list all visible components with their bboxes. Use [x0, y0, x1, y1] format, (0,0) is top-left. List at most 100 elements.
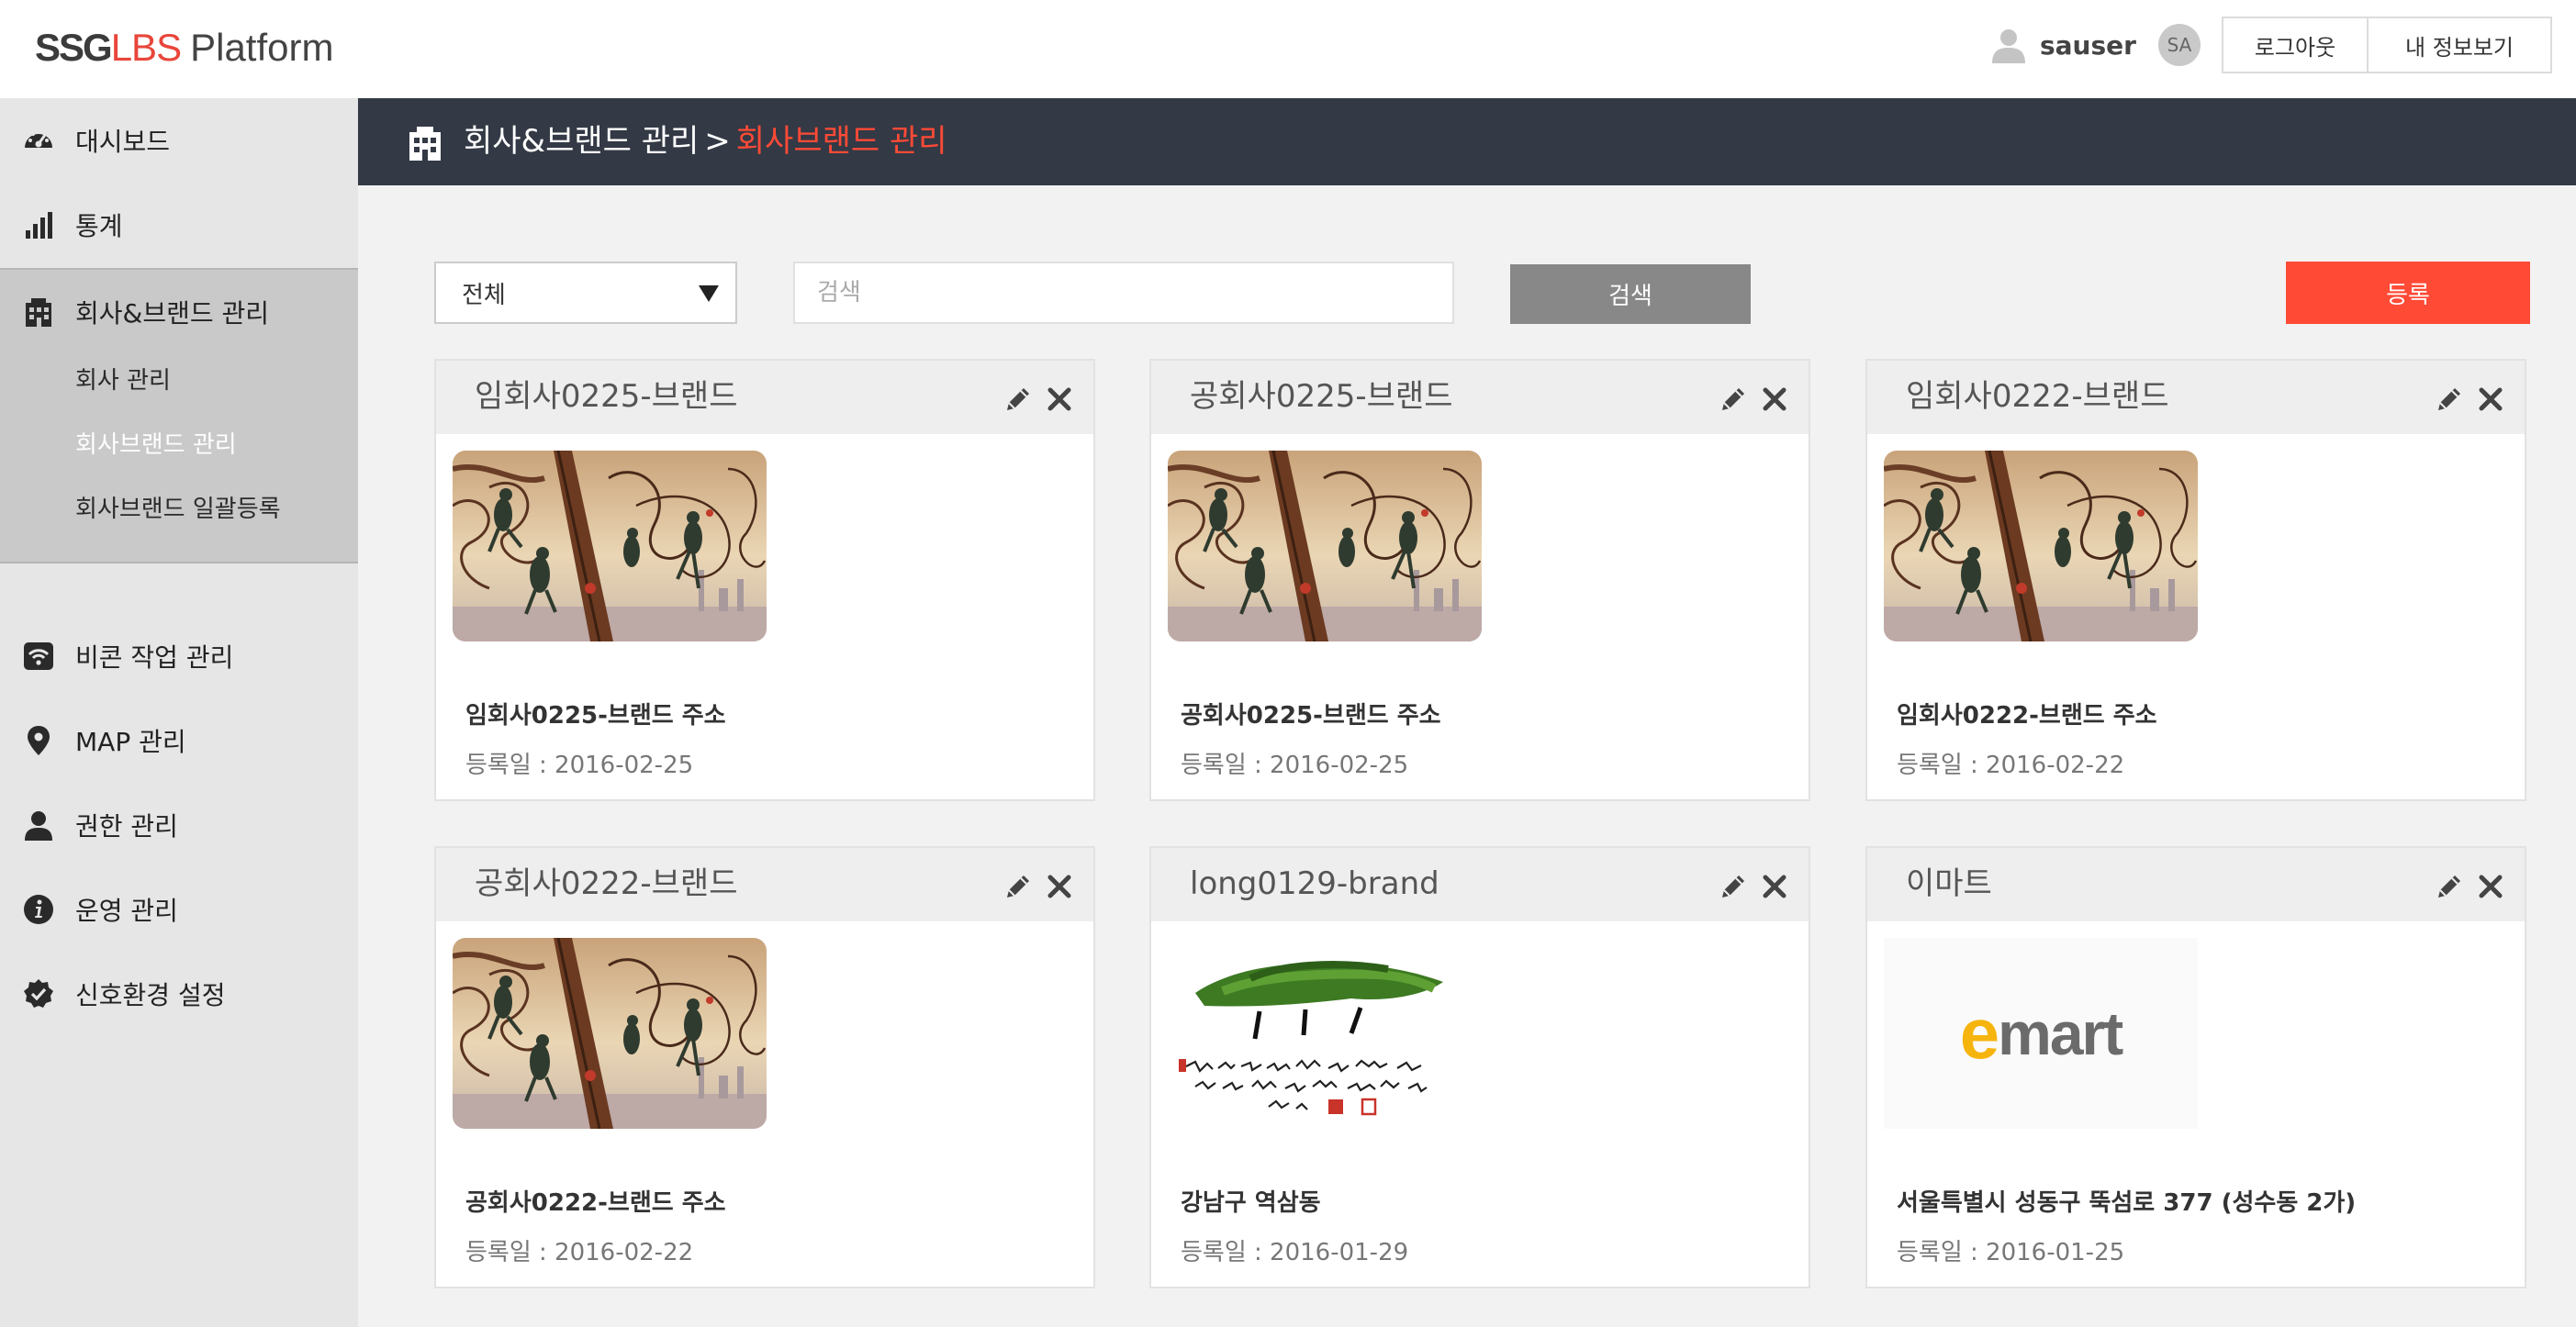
sidebar: 대시보드 통계 회사&브랜드 관리 회사 관리 회사브랜드 관리 회사브랜드 일… [0, 98, 358, 1327]
pencil-icon[interactable] [1003, 872, 1033, 901]
info-icon [24, 895, 53, 924]
brand-image-frame: e mart [1884, 938, 2198, 1129]
search-input[interactable] [793, 262, 1454, 324]
brand-card[interactable]: 공회사0225-브랜드 공회사0225-브랜드 주소 등록일: 2016-02… [1149, 359, 1810, 801]
dashboard-icon [25, 129, 52, 148]
brand-card[interactable]: long0129-brand 강남구 역삼동등록일 : 2016-01-29 [1149, 846, 1810, 1288]
card-title: 공회사0225-브랜드 [1190, 378, 1453, 415]
page-title-bar: 회사&브랜드 관리 > 회사브랜드 관리 [358, 98, 2576, 185]
card-date: 등록일 : 2016-02-25 [465, 752, 694, 779]
close-icon[interactable] [1047, 386, 1072, 412]
sidebar-item-label: 회사&브랜드 관리 [75, 298, 270, 329]
brand-image [1168, 938, 1482, 1129]
breadcrumb-parent[interactable]: 회사&브랜드 관리 [464, 123, 699, 160]
brand-image-frame [1168, 938, 1482, 1129]
user-name: sauser [2040, 29, 2136, 61]
pencil-icon[interactable] [2435, 385, 2464, 414]
sidebar-item-map[interactable]: MAP 관리 [0, 698, 358, 783]
sidebar-item-label: 운영 관리 [75, 896, 178, 926]
brand-image [453, 451, 767, 641]
app-logo[interactable]: SSGLBS Platform [35, 24, 333, 72]
sidebar-item-label: MAP 관리 [75, 727, 186, 757]
card-address: 임회사0222-브랜드 주소 [1897, 702, 2157, 730]
card-date: 등록일 : 2016-02-25 [1181, 752, 1409, 779]
sidebar-sub-company-brand[interactable]: 회사브랜드 관리 [75, 426, 237, 460]
close-icon[interactable] [2478, 874, 2503, 899]
close-icon[interactable] [1762, 874, 1787, 899]
brand-image [453, 938, 767, 1129]
logout-button[interactable]: 로그아웃 [2222, 17, 2369, 73]
pencil-icon[interactable] [1719, 385, 1748, 414]
card-header: 이마트 [1867, 848, 2525, 921]
card-date: 등록일 : 2016-02-22 [465, 1239, 694, 1266]
brand-image-frame [1884, 451, 2198, 641]
my-info-button[interactable]: 내 정보보기 [2367, 17, 2552, 73]
card-title: 임회사0222-브랜드 [1906, 378, 2169, 415]
wifi-icon [24, 642, 53, 670]
avatar[interactable]: SA [2157, 24, 2201, 66]
emart-logo: e mart [1884, 938, 2198, 1129]
brand-card[interactable]: 이마트 e mart 서울특별시 성동구 뚝섬로 377 (성수동 2가) 등록일 : … [1865, 846, 2526, 1288]
sidebar-item-beacon[interactable]: 비콘 작업 관리 [0, 614, 358, 698]
card-date: 등록일 : 2016-01-25 [1897, 1239, 2125, 1266]
card-address: 강남구 역삼동 [1181, 1189, 1321, 1217]
map-pin-icon [28, 726, 50, 755]
brand-card[interactable]: 공회사0222-브랜드 공회사0222-브랜드 주소 등록일: 2016-02… [434, 846, 1095, 1288]
brand-image-frame [1168, 451, 1482, 641]
brand-card[interactable]: 임회사0222-브랜드 임회사0222-브랜드 주소 등록일: 2016-02… [1865, 359, 2526, 801]
brand-image-frame [453, 451, 767, 641]
card-header: 임회사0225-브랜드 [436, 361, 1093, 434]
sidebar-item-label: 대시보드 [75, 127, 171, 157]
user-icon [25, 811, 52, 841]
card-title: 임회사0225-브랜드 [475, 378, 738, 415]
brand-card[interactable]: 임회사0225-브랜드 임회사0225-브랜드 주소 등록일: 2016-02… [434, 359, 1095, 801]
category-select[interactable]: 전체 [434, 262, 737, 324]
card-title: long0129-brand [1190, 865, 1439, 902]
sidebar-item-operation[interactable]: 운영 관리 [0, 867, 358, 952]
sidebar-item-signal-settings[interactable]: 신호환경 설정 [0, 952, 358, 1036]
category-select-value: 전체 [462, 281, 506, 309]
breadcrumb: 회사&브랜드 관리 > 회사브랜드 관리 [464, 118, 947, 164]
sidebar-group-company-brand: 회사&브랜드 관리 회사 관리 회사브랜드 관리 회사브랜드 일괄등록 [0, 268, 358, 563]
card-address: 서울특별시 성동구 뚝섬로 377 (성수동 2가) [1897, 1189, 2357, 1217]
bar-chart-icon [26, 212, 52, 239]
sidebar-item-company-brand[interactable]: 회사&브랜드 관리 [0, 270, 358, 354]
card-header: long0129-brand [1151, 848, 1809, 921]
sidebar-item-label: 신호환경 설정 [75, 980, 226, 1010]
register-button[interactable]: 등록 [2286, 262, 2530, 324]
sidebar-item-label: 권한 관리 [75, 811, 178, 842]
search-button[interactable]: 검색 [1510, 264, 1751, 324]
card-address: 임회사0225-브랜드 주소 [465, 702, 726, 730]
card-header: 공회사0225-브랜드 [1151, 361, 1809, 434]
user-info: sauser SA [1990, 24, 2201, 66]
breadcrumb-current: 회사브랜드 관리 [735, 123, 947, 160]
card-date: 등록일 : 2016-01-29 [1181, 1239, 1409, 1266]
card-title: 공회사0222-브랜드 [475, 865, 738, 902]
card-header: 공회사0222-브랜드 [436, 848, 1093, 921]
pencil-icon[interactable] [1719, 872, 1748, 901]
card-title: 이마트 [1906, 865, 1992, 902]
user-icon [1992, 29, 2025, 63]
pencil-icon[interactable] [1003, 385, 1033, 414]
shield-check-icon [24, 979, 53, 1008]
building-icon [409, 127, 441, 161]
close-icon[interactable] [2478, 386, 2503, 412]
sidebar-item-dashboard[interactable]: 대시보드 [0, 98, 358, 183]
close-icon[interactable] [1047, 874, 1072, 899]
sidebar-item-permission[interactable]: 권한 관리 [0, 783, 358, 867]
brand-image [1884, 451, 2198, 641]
pencil-icon[interactable] [2435, 872, 2464, 901]
card-date: 등록일 : 2016-02-22 [1897, 752, 2125, 779]
card-address: 공회사0225-브랜드 주소 [1181, 702, 1441, 730]
brand-image [1168, 451, 1482, 641]
breadcrumb-separator: > [704, 123, 731, 160]
card-header: 임회사0222-브랜드 [1867, 361, 2525, 434]
sidebar-sub-bulk-register[interactable]: 회사브랜드 일괄등록 [75, 490, 281, 524]
card-address: 공회사0222-브랜드 주소 [465, 1189, 726, 1217]
top-header: SSGLBS Platform sauser SA 로그아웃 내 정보보기 [0, 0, 2576, 98]
brand-image-frame [453, 938, 767, 1129]
sidebar-item-statistics[interactable]: 통계 [0, 183, 358, 267]
building-icon [26, 298, 51, 327]
close-icon[interactable] [1762, 386, 1787, 412]
sidebar-sub-company[interactable]: 회사 관리 [75, 362, 171, 396]
